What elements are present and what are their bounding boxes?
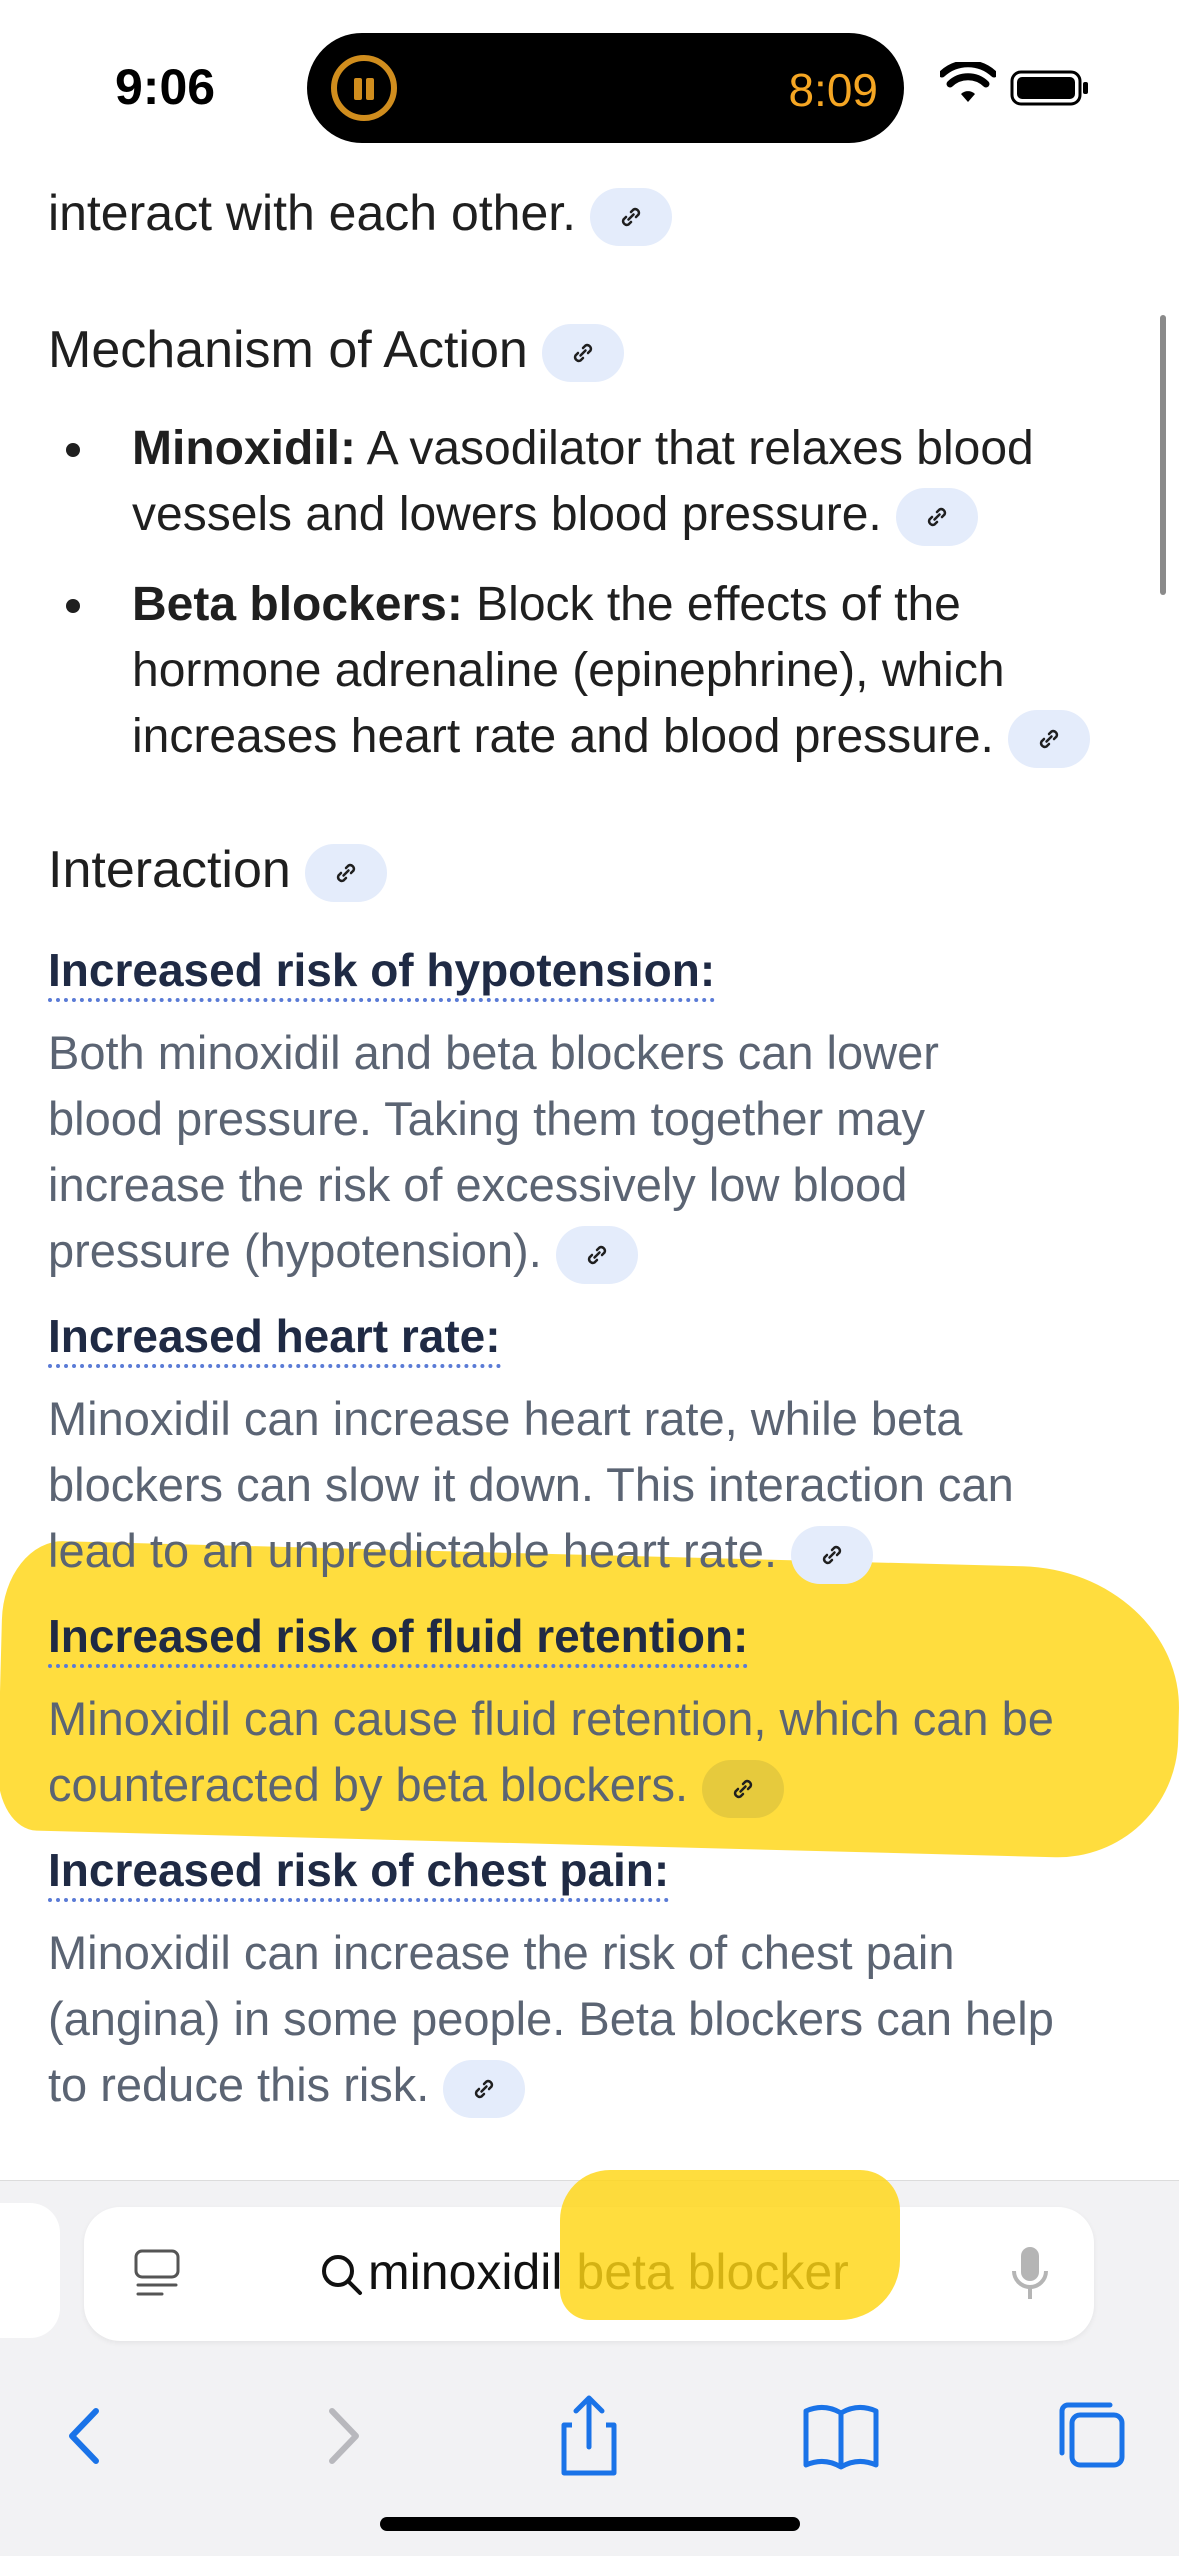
pause-icon[interactable] xyxy=(331,55,397,121)
bookmarks-icon[interactable] xyxy=(786,2381,896,2491)
microphone-icon[interactable] xyxy=(1010,2243,1050,2305)
interaction-title[interactable]: Increased risk of chest pain: xyxy=(48,1842,670,1902)
status-bar: 9:06 8:09 xyxy=(0,0,1179,170)
link-icon[interactable] xyxy=(555,1225,638,1284)
link-icon[interactable] xyxy=(1007,710,1090,769)
reader-mode-icon[interactable] xyxy=(132,2247,182,2301)
link-icon[interactable] xyxy=(541,324,624,383)
list-item: Beta blockers: Block the effects of the h… xyxy=(48,572,1128,770)
dynamic-island[interactable]: 8:09 xyxy=(307,33,904,143)
list-item: Minoxidil: A vasodilator that relaxes bl… xyxy=(48,416,1128,548)
highlight-stroke-search xyxy=(560,2170,900,2320)
link-icon[interactable] xyxy=(791,1525,874,1584)
previous-tab-preview[interactable] xyxy=(0,2203,60,2338)
interaction-description: Minoxidil can increase heart rate, while… xyxy=(48,1386,1138,1584)
heading-mechanism: Mechanism of Action xyxy=(48,320,624,383)
back-icon[interactable] xyxy=(32,2381,142,2491)
bullet-dot xyxy=(66,443,80,457)
tabs-icon[interactable] xyxy=(1036,2381,1146,2491)
heading-interaction: Interaction xyxy=(48,840,387,903)
link-icon[interactable] xyxy=(304,844,387,903)
link-icon[interactable] xyxy=(443,2059,526,2118)
interaction-title[interactable]: Increased risk of fluid retention: xyxy=(48,1608,749,1668)
battery-icon xyxy=(1010,70,1088,106)
bullet-dot xyxy=(66,599,80,613)
home-indicator[interactable] xyxy=(380,2517,800,2531)
search-icon xyxy=(322,2255,362,2295)
interaction-title[interactable]: Increased heart rate: xyxy=(48,1308,501,1368)
browser-toolbar xyxy=(0,2381,1179,2491)
wifi-icon xyxy=(940,62,996,102)
interaction-description: Minoxidil can cause fluid retention, whi… xyxy=(48,1686,1138,1818)
timer-readout: 8:09 xyxy=(788,64,878,116)
clock: 9:06 xyxy=(115,59,216,115)
interaction-description: Minoxidil can increase the risk of chest… xyxy=(48,1920,1138,2118)
forward-icon[interactable] xyxy=(286,2381,396,2491)
interaction-description: Both minoxidil and beta blockers can low… xyxy=(48,1020,1138,1284)
link-icon[interactable] xyxy=(702,1759,785,1818)
link-icon[interactable] xyxy=(895,488,978,547)
text-fragment: interact with each other. xyxy=(48,184,673,246)
interaction-title[interactable]: Increased risk of hypotension: xyxy=(48,942,716,1002)
share-icon[interactable] xyxy=(534,2381,644,2491)
scrollbar[interactable] xyxy=(1160,315,1166,595)
link-icon[interactable] xyxy=(590,187,673,246)
